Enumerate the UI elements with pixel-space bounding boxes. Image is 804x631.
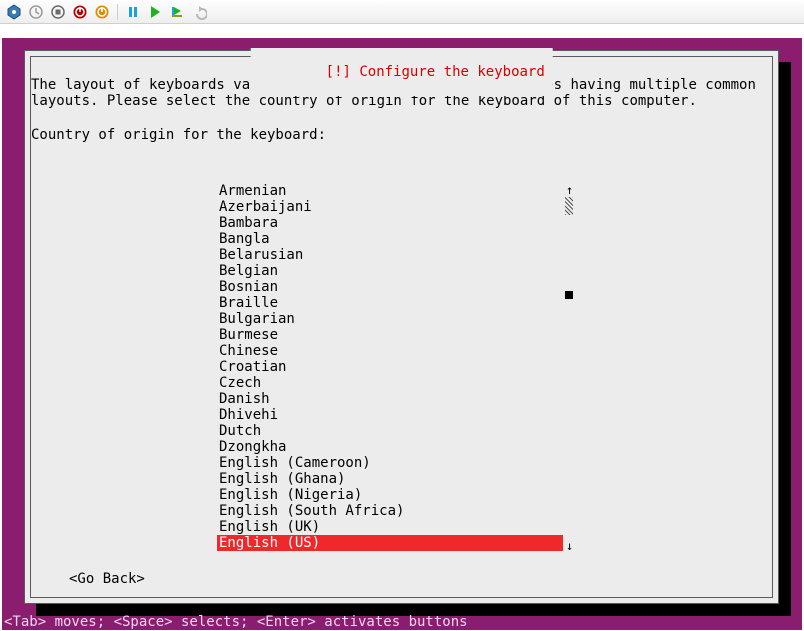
title-marker: [!]: [326, 64, 360, 80]
list-item[interactable]: Croatian: [217, 359, 563, 375]
list-item[interactable]: Dutch: [217, 423, 563, 439]
vm-display: [!] Configure the keyboard The layout of…: [0, 24, 804, 631]
undo-icon[interactable]: [189, 2, 209, 22]
installer-background: [!] Configure the keyboard The layout of…: [2, 38, 802, 630]
go-back-button[interactable]: <Go Back>: [69, 571, 145, 587]
step-icon[interactable]: [167, 2, 187, 22]
toolbar-separator: [117, 4, 118, 20]
list-item[interactable]: Dzongkha: [217, 439, 563, 455]
play-icon[interactable]: [145, 2, 165, 22]
list-item[interactable]: English (Cameroon): [217, 455, 563, 471]
power-icon[interactable]: [92, 2, 112, 22]
scrollbar-track-fill: [565, 197, 573, 215]
list-item[interactable]: English (US): [217, 535, 563, 551]
vm-toolbar: [0, 0, 804, 24]
list-item[interactable]: Bangla: [217, 231, 563, 247]
vm-logo-icon[interactable]: [4, 2, 24, 22]
list-item[interactable]: English (Ghana): [217, 471, 563, 487]
list-item[interactable]: Azerbaijani: [217, 199, 563, 215]
clock-icon[interactable]: [26, 2, 46, 22]
list-item[interactable]: English (UK): [217, 519, 563, 535]
list-item[interactable]: English (Nigeria): [217, 487, 563, 503]
nav-hint-bar: <Tab> moves; <Space> selects; <Enter> ac…: [2, 614, 802, 630]
title-text: Configure the keyboard: [359, 64, 544, 80]
dialog-title: [!] Configure the keyboard: [250, 48, 553, 96]
scroll-up-icon[interactable]: ↑: [566, 183, 573, 197]
origin-prompt: Country of origin for the keyboard:: [31, 127, 326, 143]
list-item[interactable]: Dhivehi: [217, 407, 563, 423]
keyboard-config-dialog: [!] Configure the keyboard The layout of…: [24, 50, 779, 604]
stop-icon[interactable]: [48, 2, 68, 22]
list-item[interactable]: Bambara: [217, 215, 563, 231]
pause-icon[interactable]: [123, 2, 143, 22]
list-item[interactable]: Armenian: [217, 183, 563, 199]
list-item[interactable]: Braille: [217, 295, 563, 311]
shutdown-icon[interactable]: [70, 2, 90, 22]
list-item[interactable]: Bulgarian: [217, 311, 563, 327]
scrollbar-thumb[interactable]: [565, 291, 573, 299]
list-item[interactable]: Chinese: [217, 343, 563, 359]
list-item[interactable]: Czech: [217, 375, 563, 391]
list-item[interactable]: Danish: [217, 391, 563, 407]
scroll-down-icon[interactable]: ↓: [566, 539, 573, 553]
list-item[interactable]: Belarusian: [217, 247, 563, 263]
list-item[interactable]: Bosnian: [217, 279, 563, 295]
list-item[interactable]: Belgian: [217, 263, 563, 279]
list-scrollbar[interactable]: ↑ ↓: [565, 183, 573, 553]
list-item[interactable]: Burmese: [217, 327, 563, 343]
keyboard-origin-list[interactable]: ArmenianAzerbaijaniBambaraBanglaBelarusi…: [217, 183, 563, 551]
list-item[interactable]: English (South Africa): [217, 503, 563, 519]
